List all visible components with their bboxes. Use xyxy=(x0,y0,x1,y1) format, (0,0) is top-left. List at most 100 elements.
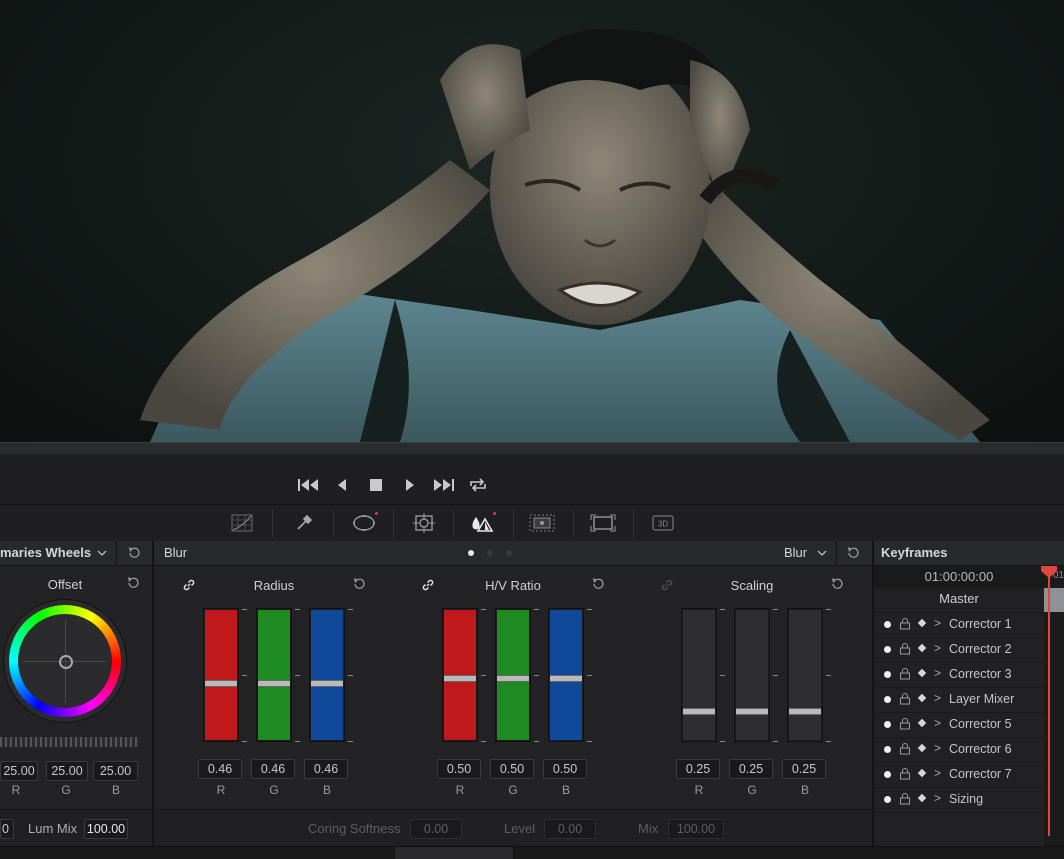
slider-handle[interactable] xyxy=(550,675,582,682)
section-reset-icon[interactable] xyxy=(352,577,366,591)
chevron-right-icon[interactable]: > xyxy=(934,716,941,730)
enable-dot-icon[interactable] xyxy=(884,746,891,753)
playhead[interactable] xyxy=(1048,566,1050,836)
blur-value-field[interactable]: 0.25 xyxy=(676,759,720,779)
lock-icon[interactable] xyxy=(899,618,911,630)
coring-softness-value[interactable]: 0.00 xyxy=(410,819,462,839)
chevron-down-icon[interactable] xyxy=(97,549,107,557)
lock-icon[interactable] xyxy=(899,693,911,705)
keyframe-row[interactable]: > Corrector 5 xyxy=(874,712,1044,738)
blur-reset-icon[interactable] xyxy=(846,546,860,560)
chevron-right-icon[interactable]: > xyxy=(934,666,941,680)
slider-handle[interactable] xyxy=(311,680,343,687)
blur-scaling-r-slider[interactable] xyxy=(681,608,717,742)
slider-handle[interactable] xyxy=(789,708,821,715)
blur-value-field[interactable]: 0.46 xyxy=(304,759,348,779)
keyframe-row[interactable]: > Corrector 1 xyxy=(874,612,1044,638)
section-reset-icon[interactable] xyxy=(591,577,605,591)
keyframe-diamond-icon[interactable] xyxy=(917,618,927,628)
slider-handle[interactable] xyxy=(683,708,715,715)
enable-dot-icon[interactable] xyxy=(884,671,891,678)
jump-to-end-button[interactable] xyxy=(432,474,456,496)
playhead-marker-icon[interactable] xyxy=(1040,566,1058,578)
chevron-right-icon[interactable]: > xyxy=(934,691,941,705)
keyframe-row[interactable]: > Corrector 2 xyxy=(874,637,1044,663)
chevron-right-icon[interactable]: > xyxy=(934,641,941,655)
slider-handle[interactable] xyxy=(258,680,290,687)
enable-dot-icon[interactable] xyxy=(884,771,891,778)
keyframe-diamond-icon[interactable] xyxy=(917,793,927,803)
blur-value-field[interactable]: 0.50 xyxy=(437,759,481,779)
page-dot-2[interactable] xyxy=(487,550,493,556)
sizing-palette-button[interactable] xyxy=(587,510,619,536)
keyframe-diamond-icon[interactable] xyxy=(917,668,927,678)
chevron-down-icon[interactable] xyxy=(817,549,827,557)
enable-dot-icon[interactable] xyxy=(884,721,891,728)
keyframe-diamond-icon[interactable] xyxy=(917,743,927,753)
chevron-right-icon[interactable]: > xyxy=(934,741,941,755)
blur-value-field[interactable]: 0.25 xyxy=(782,759,826,779)
blur-scaling-g-slider[interactable] xyxy=(734,608,770,742)
link-icon[interactable] xyxy=(660,578,674,592)
link-icon[interactable] xyxy=(182,578,196,592)
offset-b-value[interactable]: 25.00 xyxy=(93,761,138,781)
blur-value-field[interactable]: 0.46 xyxy=(198,759,242,779)
qualifier-palette-button[interactable] xyxy=(288,510,320,536)
blur-radius-g-slider[interactable] xyxy=(256,608,292,742)
key-palette-button[interactable] xyxy=(526,510,558,536)
blur-scaling-b-slider[interactable] xyxy=(787,608,823,742)
keyframe-row[interactable]: > Corrector 3 xyxy=(874,662,1044,688)
blur-mode-select[interactable]: Blur xyxy=(784,545,807,560)
blur-value-field[interactable]: 0.25 xyxy=(729,759,773,779)
blur-value-field[interactable]: 0.50 xyxy=(543,759,587,779)
lum-mix-value[interactable]: 100.00 xyxy=(84,819,128,839)
keyframe-diamond-icon[interactable] xyxy=(917,718,927,728)
offset-color-wheel[interactable] xyxy=(3,599,127,723)
blur-hvratio-g-slider[interactable] xyxy=(495,608,531,742)
play-button[interactable] xyxy=(398,474,422,496)
enable-dot-icon[interactable] xyxy=(884,796,891,803)
blur-hvratio-r-slider[interactable] xyxy=(442,608,478,742)
primaries-title[interactable]: maries Wheels xyxy=(0,545,91,560)
blur-value-field[interactable]: 0.50 xyxy=(490,759,534,779)
mix-value[interactable]: 100.00 xyxy=(668,819,724,839)
curves-palette-button[interactable] xyxy=(226,510,258,536)
chevron-right-icon[interactable]: > xyxy=(934,766,941,780)
lock-icon[interactable] xyxy=(899,643,911,655)
offset-g-value[interactable]: 25.00 xyxy=(46,761,88,781)
lock-icon[interactable] xyxy=(899,743,911,755)
level-value[interactable]: 0.00 xyxy=(544,819,596,839)
link-icon[interactable] xyxy=(421,578,435,592)
blur-palette-button[interactable] xyxy=(466,510,498,536)
page-tab-active[interactable] xyxy=(394,847,514,859)
play-reverse-button[interactable] xyxy=(330,474,354,496)
slider-handle[interactable] xyxy=(497,675,529,682)
loop-button[interactable] xyxy=(466,474,490,496)
lock-icon[interactable] xyxy=(899,793,911,805)
offset-r-value[interactable]: 25.00 xyxy=(0,761,38,781)
offset-reset-icon[interactable] xyxy=(126,576,140,590)
lock-icon[interactable] xyxy=(899,668,911,680)
tracker-palette-button[interactable] xyxy=(408,510,440,536)
page-dot-1[interactable] xyxy=(468,550,474,556)
stop-button[interactable] xyxy=(364,474,388,496)
reset-icon[interactable] xyxy=(127,546,141,560)
keyframe-row[interactable]: > Sizing xyxy=(874,787,1044,813)
keyframe-diamond-icon[interactable] xyxy=(917,693,927,703)
blur-radius-b-slider[interactable] xyxy=(309,608,345,742)
offset-master-slider[interactable] xyxy=(0,737,139,747)
keyframe-row[interactable]: > Layer Mixer xyxy=(874,687,1044,713)
keyframe-diamond-icon[interactable] xyxy=(917,643,927,653)
section-reset-icon[interactable] xyxy=(830,577,844,591)
enable-dot-icon[interactable] xyxy=(884,646,891,653)
master-row[interactable]: Master xyxy=(874,588,1044,613)
chevron-right-icon[interactable]: > xyxy=(934,616,941,630)
lock-icon[interactable] xyxy=(899,718,911,730)
blur-radius-r-slider[interactable] xyxy=(203,608,239,742)
enable-dot-icon[interactable] xyxy=(884,696,891,703)
primaries-lum-left-value[interactable]: 0 xyxy=(0,819,14,839)
slider-handle[interactable] xyxy=(205,680,237,687)
offset-wheel-handle[interactable] xyxy=(59,655,73,669)
slider-handle[interactable] xyxy=(444,675,476,682)
enable-dot-icon[interactable] xyxy=(884,621,891,628)
